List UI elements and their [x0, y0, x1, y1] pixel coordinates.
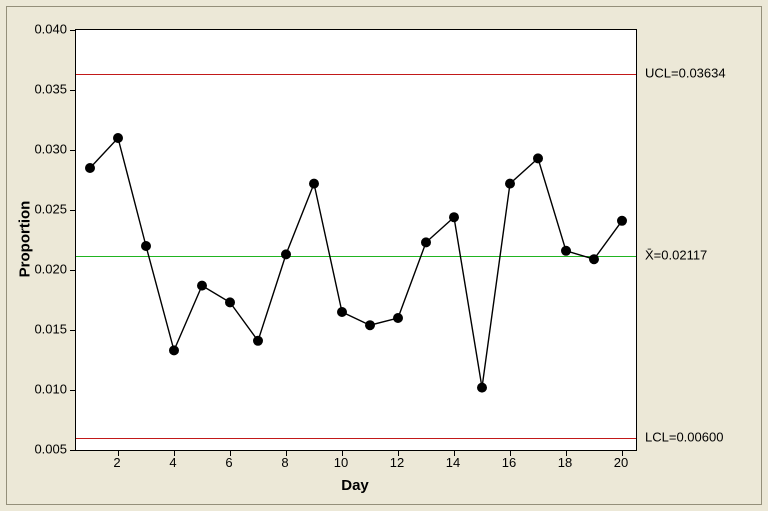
y-tick	[70, 390, 76, 391]
y-tick	[70, 450, 76, 451]
x-tick-label: 20	[614, 455, 628, 470]
x-tick-label: 10	[334, 455, 348, 470]
x-tick-label: 6	[225, 455, 232, 470]
chart-frame: 2468101214161820 0.0050.0100.0150.0200.0…	[6, 6, 762, 505]
lcl-label: LCL=0.00600	[645, 430, 723, 445]
y-tick	[70, 270, 76, 271]
y-tick-label: 0.005	[17, 442, 67, 457]
x-tick-label: 12	[390, 455, 404, 470]
y-tick-label: 0.040	[17, 22, 67, 37]
y-tick	[70, 330, 76, 331]
mean-label: X̄=0.02117	[645, 247, 707, 262]
x-tick-label: 16	[502, 455, 516, 470]
plot-area	[75, 29, 637, 451]
y-tick	[70, 30, 76, 31]
x-tick-label: 14	[446, 455, 460, 470]
y-tick-label: 0.030	[17, 142, 67, 157]
y-axis-title: Proportion	[17, 201, 34, 278]
data-series	[76, 30, 636, 450]
y-tick	[70, 150, 76, 151]
y-tick	[70, 90, 76, 91]
y-tick-label: 0.010	[17, 382, 67, 397]
x-tick-label: 2	[113, 455, 120, 470]
x-tick-label: 18	[558, 455, 572, 470]
x-axis-title: Day	[75, 477, 635, 494]
y-tick	[70, 210, 76, 211]
y-tick-label: 0.035	[17, 82, 67, 97]
x-tick-label: 8	[281, 455, 288, 470]
y-tick-label: 0.015	[17, 322, 67, 337]
x-tick-label: 4	[169, 455, 176, 470]
ucl-label: UCL=0.03634	[645, 65, 726, 80]
